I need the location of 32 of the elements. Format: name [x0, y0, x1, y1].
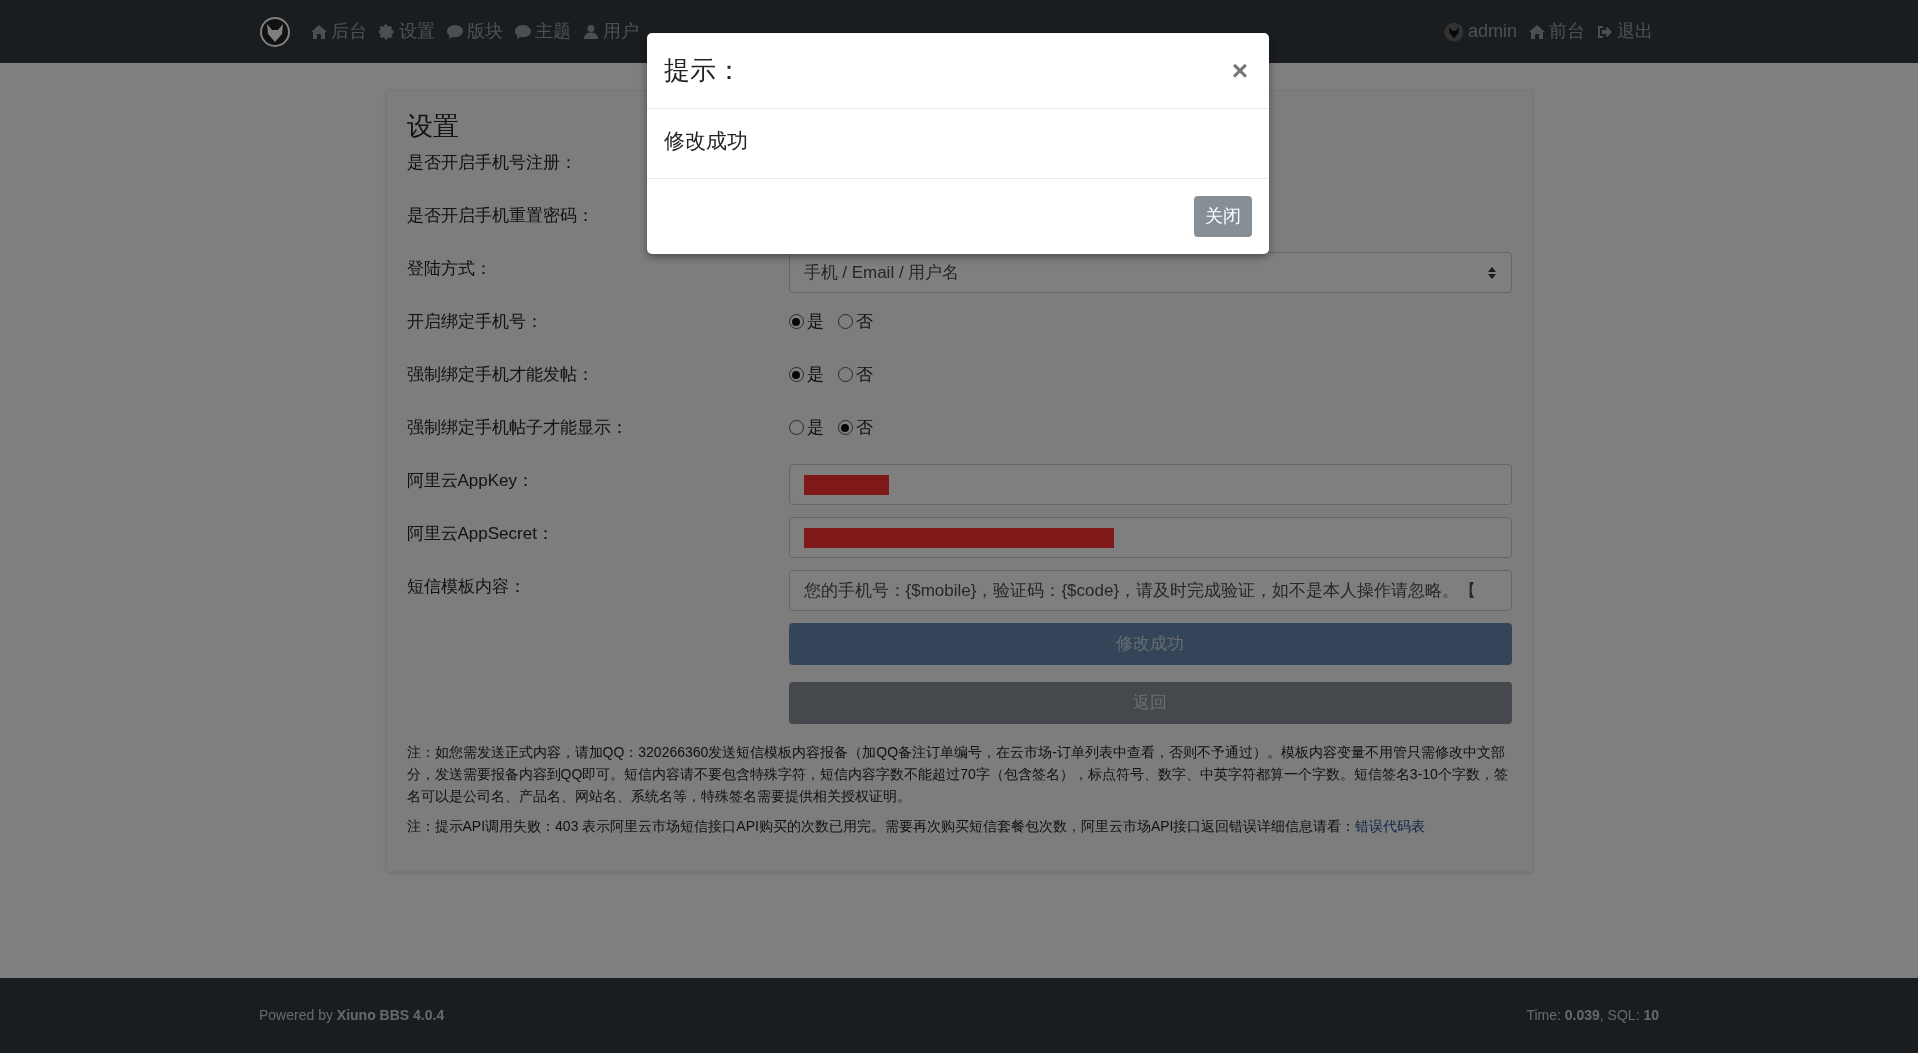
radio-option[interactable]: 是: [788, 415, 824, 441]
field-label: 阿里云AppSecret：: [406, 524, 554, 544]
modal-title: 提示：: [664, 54, 742, 87]
input-field[interactable]: 您的手机号：{$mobile}，验证码：{$code}，请及时完成验证，如不是本人操作请忽略。【: [788, 570, 1512, 612]
note-text: 注：如您需发送正式内容，请加QQ：320266360发送短信模板内容报备（加QQ备注订单编号，在云市场-订单列表中查看，否则不予通过）。模板内容变量不用管只需修改中文部分，发送需要报备内容到QQ即可。短信内容请不要包含特殊字符，短信内容字数不能超过70字（包含签名），标点符号、数字、中英字符都算一个字数。短信签名3-10个字数，签名可以是公司名、产品名、网站名、系统名等，特殊签名需要提供相关授权证明。: [406, 743, 1509, 807]
close-button[interactable]: ×: [1227, 56, 1252, 85]
logo-icon: [259, 15, 291, 48]
radio-option[interactable]: 否: [837, 362, 873, 388]
input-field[interactable]: [788, 517, 1512, 559]
field-label: 强制绑定手机才能发帖：: [406, 365, 594, 385]
field-label: 阿里云AppKey：: [406, 471, 535, 491]
field-label: 登陆方式：: [406, 259, 492, 279]
input-field[interactable]: [788, 464, 1512, 506]
field-label: 是否开启手机号注册：: [406, 153, 577, 173]
avatar-icon: [1443, 21, 1464, 42]
stats-text: Time: 0.039, SQL: 10: [1526, 1006, 1659, 1025]
modal-message: 修改成功: [664, 129, 748, 152]
close-button[interactable]: 关闭: [1194, 196, 1252, 237]
field-label: 开启绑定手机号：: [406, 312, 543, 332]
sort-caret-icon: [1486, 265, 1497, 280]
note-text: 注：提示API调用失败：403 表示阿里云市场短信接口API购买的次数已用完。需要再次购买短信套餐包次数，阿里云市场API接口返回错误详细信息请看：错误代码表: [406, 817, 1427, 837]
radio-option[interactable]: 是: [788, 362, 824, 388]
error-code-link[interactable]: 错误代码表: [1355, 818, 1426, 835]
radio-option[interactable]: 是: [788, 309, 824, 335]
field-label: 是否开启手机重置密码：: [406, 206, 594, 226]
field-label: 短信模板内容：: [406, 577, 526, 597]
radio-option[interactable]: 否: [837, 309, 873, 335]
field-label: 强制绑定手机帖子才能显示：: [406, 418, 628, 438]
page-title: 设置: [406, 111, 459, 143]
powered-by-text: Powered by Xiuno BBS 4.0.4: [259, 1006, 445, 1025]
radio-option[interactable]: 否: [837, 415, 873, 441]
select-field[interactable]: 手机 / Email / 用户名: [788, 252, 1512, 294]
